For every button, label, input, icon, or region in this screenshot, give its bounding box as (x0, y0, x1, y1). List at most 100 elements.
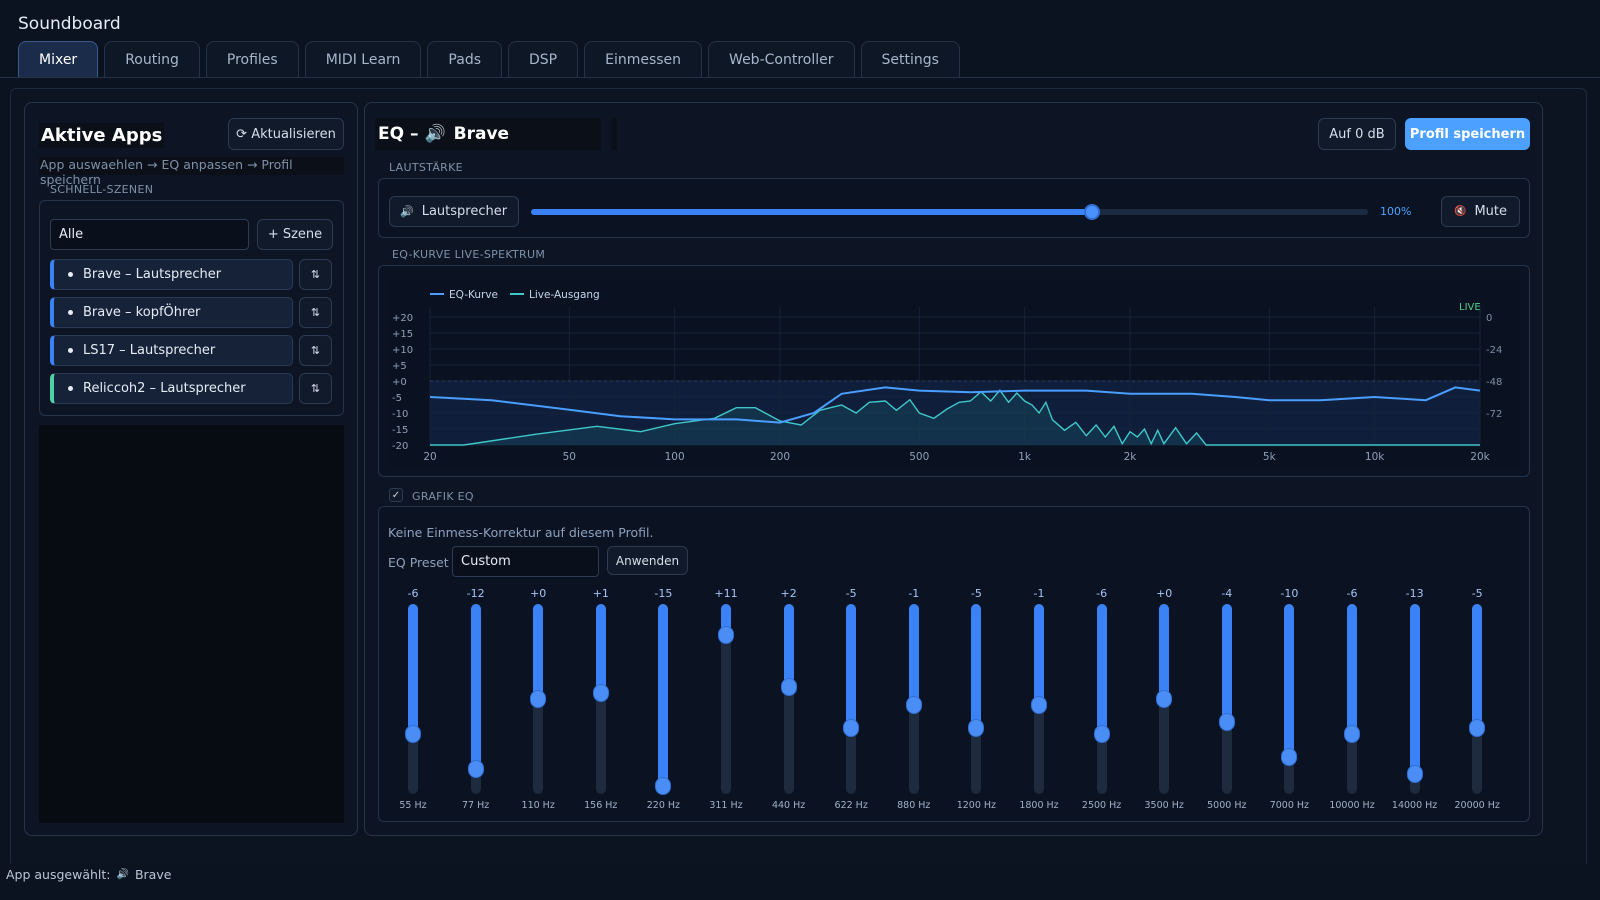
band-slider[interactable] (783, 604, 794, 794)
band-gain-value: +11 (714, 587, 738, 600)
scene-filter-select[interactable]: Alle (50, 219, 249, 250)
band-slider[interactable] (1472, 604, 1483, 794)
band-frequency-label: 55 Hz (399, 800, 427, 811)
scene-label: LS17 – Lautsprecher (83, 343, 216, 358)
workflow-hint: App auswaehlen → EQ anpassen → Profil sp… (39, 157, 344, 187)
tab-divider (0, 77, 1600, 78)
add-scene-button[interactable]: + Szene (257, 219, 333, 250)
y-tick-label: -10 (392, 409, 408, 420)
volume-slider-handle[interactable] (1083, 204, 1100, 220)
scene-action-button[interactable]: ⇅ (299, 259, 332, 290)
scene-action-button[interactable]: ⇅ (299, 335, 332, 366)
tab-settings[interactable]: Settings (860, 41, 960, 77)
eq-band: -5 622 Hz (826, 587, 876, 813)
band-slider-handle[interactable] (1406, 765, 1423, 784)
scene-item[interactable]: Reliccoh2 – Lautsprecher (50, 373, 293, 404)
band-slider-handle[interactable] (655, 777, 672, 795)
output-device-button[interactable]: 🔊 Lautsprecher (389, 196, 519, 227)
band-slider-handle[interactable] (530, 690, 547, 708)
band-slider-handle[interactable] (905, 695, 922, 714)
band-slider[interactable] (971, 604, 982, 794)
band-slider[interactable] (1096, 604, 1107, 794)
band-slider-fill (533, 604, 544, 699)
band-gain-value: -15 (654, 587, 673, 600)
tab-midi-learn[interactable]: MIDI Learn (304, 41, 422, 77)
active-apps-title: Aktive Apps (39, 123, 165, 148)
eq-title: EQ – 🔊 Brave (375, 118, 601, 150)
eq-band: +11 311 Hz (701, 587, 751, 813)
band-slider[interactable] (408, 604, 418, 794)
band-slider-fill (846, 604, 857, 728)
band-slider-handle[interactable] (780, 678, 797, 697)
band-gain-value: -6 (1096, 587, 1108, 600)
eq-band: -1 1800 Hz (1014, 587, 1064, 813)
right-tick-label: -48 (1486, 377, 1502, 388)
tab-routing[interactable]: Routing (104, 41, 200, 77)
band-frequency-label: 110 Hz (521, 800, 555, 811)
band-gain-value: -6 (1346, 587, 1358, 600)
band-frequency-label: 311 Hz (709, 800, 743, 811)
eq-title-prefix: EQ – (378, 124, 419, 144)
tab-profiles[interactable]: Profiles (205, 41, 299, 77)
band-gain-value: -1 (1033, 587, 1045, 600)
app-title: Soundboard (18, 14, 121, 34)
speaker-icon: 🔊 (400, 205, 414, 218)
apply-preset-button[interactable]: Anwenden (607, 546, 688, 575)
band-slider-handle[interactable] (1281, 748, 1298, 766)
band-slider[interactable] (1221, 604, 1232, 794)
band-frequency-label: 1200 Hz (956, 800, 997, 811)
graphic-eq-checkbox[interactable]: ✓ (389, 488, 403, 502)
band-slider-handle[interactable] (1156, 690, 1173, 708)
band-slider-handle[interactable] (1218, 713, 1235, 732)
tab-mixer[interactable]: Mixer (18, 41, 99, 77)
band-gain-value: -5 (970, 587, 982, 600)
y-tick-label: +0 (392, 377, 407, 388)
reset-zero-db-button[interactable]: Auf 0 dB (1318, 118, 1396, 150)
band-slider[interactable] (846, 604, 857, 794)
tab-einmessen[interactable]: Einmessen (584, 41, 703, 77)
eq-graph-box: +20 +15 +10 +5 +0 -5 -10 -15 -20 20 50 100 200 500 1k 2… (378, 265, 1530, 477)
band-slider-handle[interactable] (405, 724, 421, 743)
band-slider-handle[interactable] (1093, 724, 1110, 743)
band-slider-handle[interactable] (592, 684, 609, 703)
volume-section-label: LAUTSTÄRKE (389, 161, 463, 174)
band-slider[interactable] (1347, 604, 1357, 794)
scene-action-button[interactable]: ⇅ (299, 373, 332, 404)
x-tick-label: 500 (909, 451, 929, 463)
tab-pads[interactable]: Pads (427, 41, 502, 77)
quick-scenes-label: SCHNELL-SZENEN (50, 183, 154, 196)
volume-slider[interactable] (531, 204, 1368, 220)
scene-item[interactable]: LS17 – Lautsprecher (50, 335, 293, 366)
eq-band: -13 14000 Hz (1390, 587, 1440, 813)
band-slider-fill (1221, 604, 1232, 723)
eq-band: +2 440 Hz (764, 587, 814, 813)
right-tick-label: -24 (1486, 345, 1502, 356)
save-profile-button[interactable]: Profil speichern (1405, 118, 1530, 150)
tab-web-controller[interactable]: Web-Controller (708, 41, 855, 77)
band-slider-handle[interactable] (467, 759, 484, 778)
mute-icon: 🔇 (1453, 206, 1467, 217)
x-tick-label: 100 (665, 451, 685, 463)
scene-bullet (68, 272, 73, 277)
band-frequency-label: 20000 Hz (1454, 800, 1500, 811)
band-slider-handle[interactable] (718, 626, 734, 645)
x-tick-label: 1k (1018, 451, 1032, 463)
eq-curve-section-label: EQ-KURVE LIVE-SPEKTRUM (392, 248, 546, 261)
mute-button[interactable]: 🔇 Mute (1441, 196, 1520, 227)
scene-bullet (68, 348, 73, 353)
refresh-button[interactable]: ⟳ Aktualisieren (228, 118, 344, 150)
scene-item[interactable]: Brave – Lautsprecher (50, 259, 293, 290)
band-slider-handle[interactable] (1469, 719, 1486, 737)
band-slider[interactable] (658, 604, 669, 794)
band-slider-handle[interactable] (1031, 695, 1047, 714)
eq-preset-select[interactable]: Custom (452, 546, 599, 577)
scene-action-button[interactable]: ⇅ (299, 297, 332, 328)
tab-dsp[interactable]: DSP (508, 41, 579, 77)
eq-band: -6 55 Hz (388, 587, 438, 813)
scene-item[interactable]: Brave – kopfÖhrer (50, 297, 293, 328)
band-slider-handle[interactable] (1344, 724, 1360, 743)
band-slider-handle[interactable] (968, 719, 985, 737)
band-gain-value: -12 (466, 587, 485, 600)
band-slider-fill (783, 604, 794, 688)
band-slider-handle[interactable] (843, 719, 860, 737)
